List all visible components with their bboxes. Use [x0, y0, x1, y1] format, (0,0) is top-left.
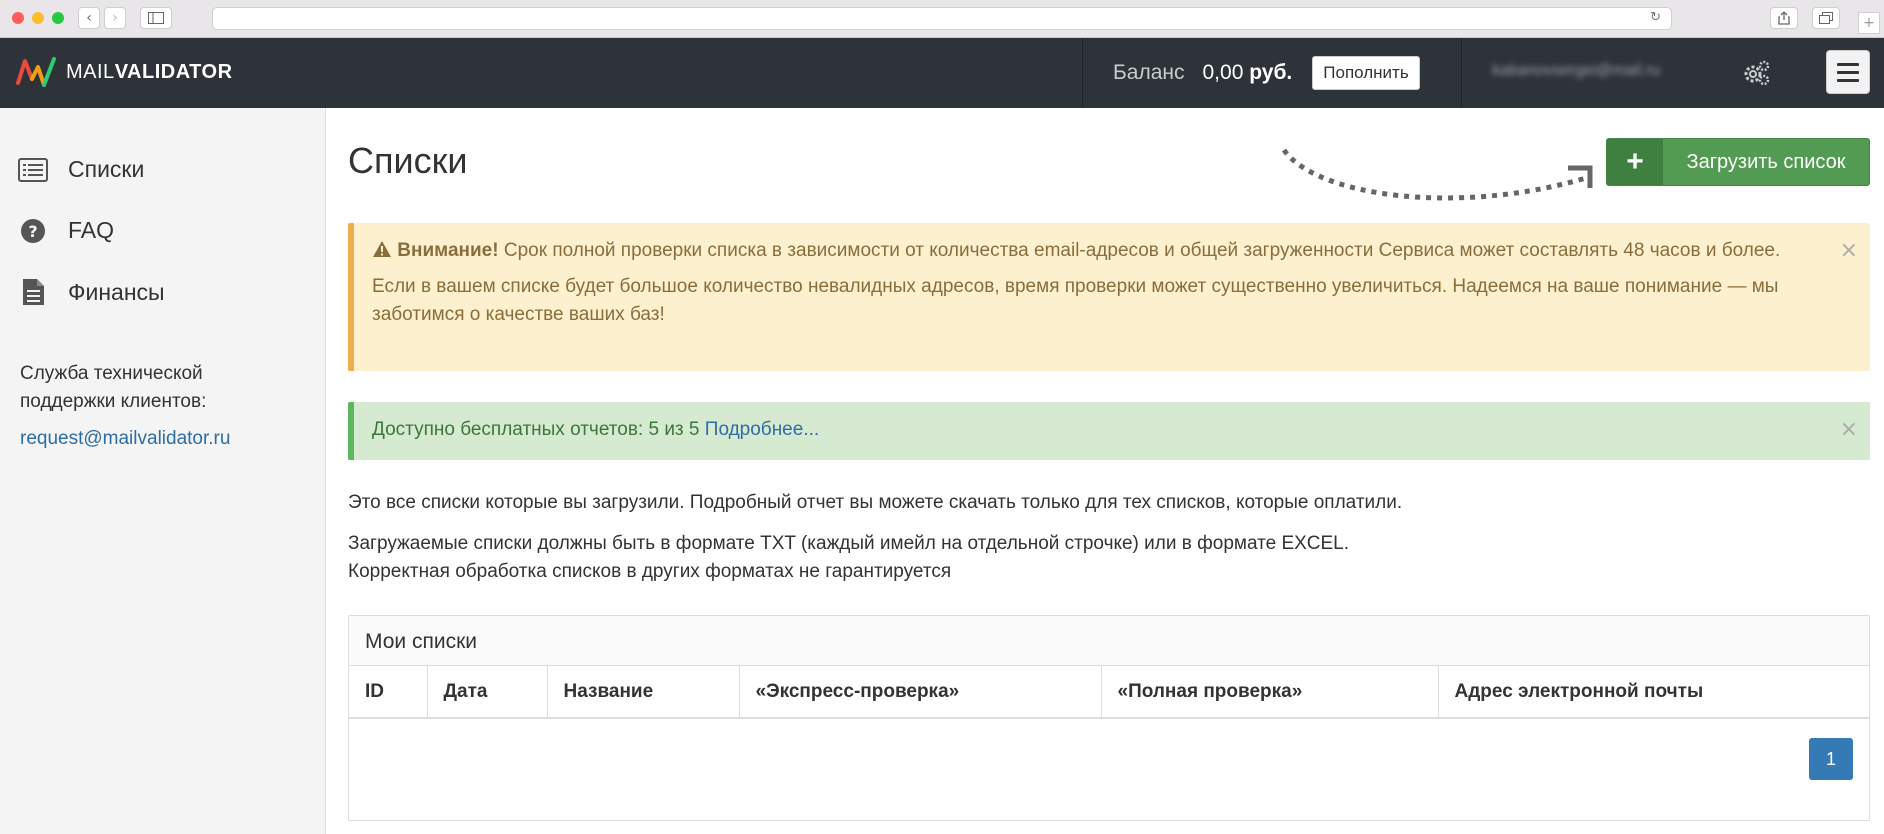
new-tab-button[interactable]: +: [1858, 12, 1880, 34]
table-header-row: ID Дата Название «Экспресс-проверка» «По…: [349, 666, 1869, 719]
balance-area: Баланс 0,00 руб. Пополнить: [1082, 38, 1462, 108]
browser-chrome: ‹ › ↻ +: [0, 0, 1884, 38]
support-text: Служба технической поддержки клиентов:: [20, 363, 207, 412]
info-text-1: Это все списки которые вы загрузили. Под…: [348, 492, 1403, 513]
column-header-id[interactable]: ID: [349, 666, 428, 719]
support-email-link[interactable]: request@mailvalidator.ru: [20, 428, 230, 450]
column-header-full-check[interactable]: «Полная проверка»: [1101, 666, 1439, 719]
sidebar-item-faq[interactable]: ? FAQ: [18, 217, 114, 244]
panel-heading: Мои списки: [349, 616, 1869, 666]
sidebar-item-label: Списки: [68, 156, 145, 182]
topup-button[interactable]: Пополнить: [1312, 56, 1420, 90]
reload-icon[interactable]: ↻: [1650, 10, 1661, 25]
sidebar-item-label: Финансы: [68, 278, 165, 305]
share-button[interactable]: [1770, 7, 1798, 29]
warning-title: Внимание!: [397, 240, 499, 261]
my-lists-panel: Мои списки ID Дата Название «Экспресс-пр…: [348, 615, 1870, 821]
top-navbar: MAILVALIDATOR Баланс 0,00 руб. Пополнить…: [0, 38, 1884, 108]
question-circle-icon: ?: [21, 218, 45, 243]
document-icon: [23, 279, 44, 305]
forward-button[interactable]: ›: [104, 7, 126, 29]
sidebar-item-label: FAQ: [68, 217, 115, 243]
logo-mark-icon: [16, 57, 56, 87]
plus-icon: +: [1863, 15, 1875, 31]
lists-table: ID Дата Название «Экспресс-проверка» «По…: [349, 666, 1869, 719]
close-icon[interactable]: ×: [1840, 237, 1858, 265]
back-button[interactable]: ‹: [78, 7, 100, 29]
warning-alert: Внимание! Срок полной проверки списка в …: [348, 223, 1870, 371]
svg-text:?: ?: [28, 222, 37, 241]
sidebar-item-lists[interactable]: Списки: [18, 156, 144, 183]
chevron-right-icon: ›: [112, 10, 118, 26]
address-bar[interactable]: ↻: [212, 7, 1672, 30]
upload-list-label: Загрузить список: [1686, 150, 1846, 173]
sidebar-item-finance[interactable]: Финансы: [18, 278, 165, 306]
upload-list-button[interactable]: + Загрузить список: [1606, 138, 1870, 186]
column-header-express-check[interactable]: «Экспресс-проверка»: [739, 666, 1102, 719]
logo-text: MAILVALIDATOR: [66, 60, 233, 83]
column-header-email[interactable]: Адрес электронной почты: [1438, 666, 1869, 719]
share-icon: [1778, 11, 1790, 25]
page-title: Списки: [348, 140, 468, 181]
column-header-name[interactable]: Название: [547, 666, 740, 719]
logo[interactable]: MAILVALIDATOR: [16, 55, 233, 89]
hamburger-menu-button[interactable]: [1826, 50, 1870, 94]
main-content: Списки + Загрузить список Внимание! Срок…: [326, 108, 1884, 834]
plus-icon: +: [1607, 139, 1663, 185]
close-window-button[interactable]: [12, 12, 24, 24]
info-text-3: Корректная обработка списков в других фо…: [348, 561, 952, 582]
sidebar: Списки ? FAQ Финансы Служба технической …: [0, 108, 326, 834]
dashed-arrow-icon: [1281, 148, 1593, 201]
list-icon: [18, 157, 48, 182]
info-text-2: Загружаемые списки должны быть в формате…: [348, 533, 1350, 554]
more-link[interactable]: Подробнее...: [705, 419, 819, 440]
warning-text-2: Если в вашем списке будет большое количе…: [372, 276, 1779, 325]
pagination-page-1[interactable]: 1: [1809, 738, 1853, 780]
gear-icon[interactable]: [1741, 58, 1771, 88]
free-reports-text: Доступно бесплатных отчетов: 5 из 5: [372, 419, 705, 440]
minimize-window-button[interactable]: [32, 12, 44, 24]
column-header-date[interactable]: Дата: [427, 666, 548, 719]
hamburger-icon: [1837, 62, 1859, 66]
user-email[interactable]: kabanovsergei@mail.ru: [1492, 62, 1710, 84]
tabs-overview-button[interactable]: [1812, 7, 1840, 29]
sidebar-icon: [148, 12, 164, 24]
close-icon[interactable]: ×: [1840, 416, 1858, 444]
tabs-icon: [1819, 12, 1833, 24]
chevron-left-icon: ‹: [86, 10, 92, 26]
balance-label: Баланс: [1113, 61, 1185, 84]
maximize-window-button[interactable]: [52, 12, 64, 24]
balance-value: 0,00 руб.: [1202, 61, 1293, 84]
warning-triangle-icon: [373, 241, 391, 257]
free-reports-alert: Доступно бесплатных отчетов: 5 из 5 Подр…: [348, 402, 1870, 460]
sidebar-toggle-button[interactable]: [140, 7, 172, 29]
warning-text: Срок полной проверки списка в зависимост…: [498, 240, 1781, 261]
